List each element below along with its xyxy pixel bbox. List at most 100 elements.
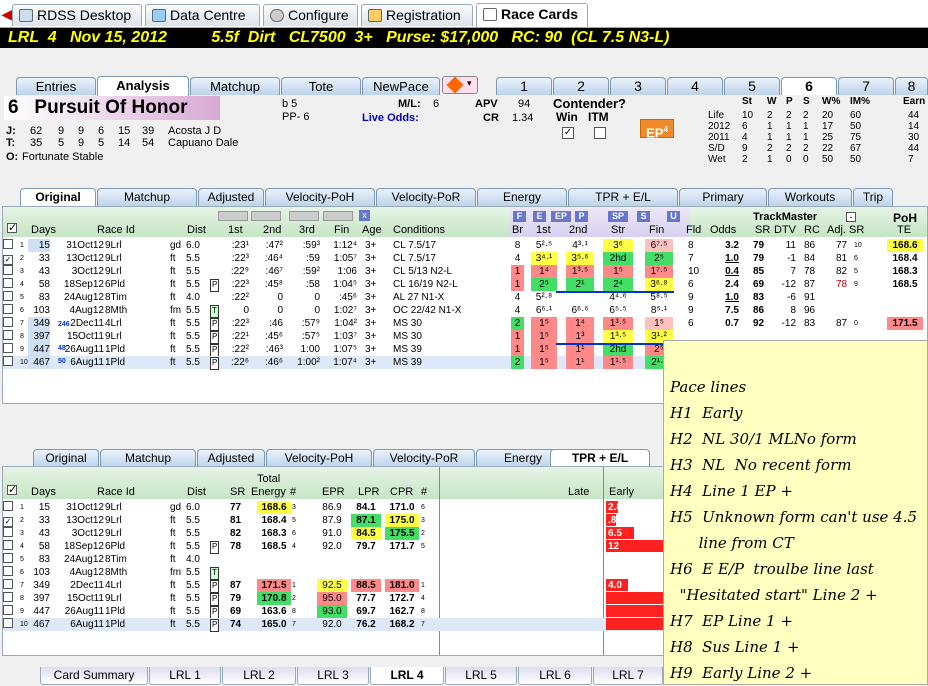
race-track[interactable]: 9Lrl: [105, 265, 122, 278]
pace-filter-s[interactable]: S: [637, 211, 650, 222]
pace-filter-sp[interactable]: SP: [608, 211, 628, 222]
table-row[interactable]: 3 43 3Oct12 9Lrl ft 5.5:22⁹:46⁷:59² 1:06 3+ CL 5…: [3, 265, 927, 278]
pace-filter-f[interactable]: F: [513, 211, 526, 222]
horse-selector-dropdown[interactable]: ▾: [442, 76, 478, 94]
row-checkbox[interactable]: [3, 540, 13, 550]
row-checkbox[interactable]: [3, 501, 13, 511]
itm-checkbox[interactable]: [594, 127, 606, 139]
select-all-checkbox[interactable]: ✓: [7, 223, 17, 234]
tab-registration[interactable]: Registration: [361, 4, 473, 26]
row-checkbox[interactable]: ✓: [3, 255, 13, 265]
days-since[interactable]: 467: [28, 618, 50, 631]
race-tab-card-summary[interactable]: Card Summary: [40, 667, 148, 685]
race-track[interactable]: 1Pld: [105, 343, 125, 356]
race-tab-lrl-7[interactable]: LRL 7: [593, 667, 663, 685]
table-row[interactable]: 4 58 18Sep12 6Pld ft 5.5 P:22³:45⁸:58 1:04⁵ 3+ CL…: [3, 278, 927, 292]
column-toggle-button[interactable]: [289, 211, 319, 221]
tab-tote[interactable]: Tote: [281, 77, 361, 95]
row-checkbox[interactable]: [3, 553, 13, 563]
days-since[interactable]: 15: [28, 501, 50, 514]
jockey-name[interactable]: Acosta J D: [168, 125, 221, 137]
race-track[interactable]: 8Mth: [105, 304, 127, 317]
lower-tab-velocity-por[interactable]: Velocity-PoR: [373, 449, 475, 467]
tab-matchup[interactable]: Matchup: [190, 77, 280, 95]
table-row[interactable]: 7 349 2Dec11 4Lrl ft 5.5 P:22³:46:57⁹ 1:04² 3+ MS…: [3, 317, 927, 331]
lower-tab-matchup[interactable]: Matchup: [100, 449, 196, 467]
pace-filter-u[interactable]: U: [667, 211, 680, 222]
win-checkbox[interactable]: ✓: [562, 127, 574, 139]
lower-tab-tpr-e-l[interactable]: TPR + E/L: [550, 449, 650, 467]
race-track[interactable]: 8Tim: [105, 291, 127, 304]
days-since[interactable]: 447: [28, 343, 50, 356]
days-since[interactable]: 103: [28, 304, 50, 317]
row-checkbox[interactable]: ✓: [3, 517, 13, 527]
row-checkbox[interactable]: [3, 291, 13, 301]
row-checkbox[interactable]: [3, 265, 13, 275]
race-track[interactable]: 9Lrl: [105, 527, 122, 540]
horse-tab-4[interactable]: 4: [667, 77, 723, 95]
row-checkbox[interactable]: [3, 278, 13, 288]
race-track[interactable]: 6Pld: [105, 540, 125, 553]
pace-filter-p[interactable]: P: [575, 211, 588, 222]
days-since[interactable]: 349: [28, 317, 50, 330]
table-row[interactable]: 5 83 24Aug12 8Tim ft 4.0:22² 0 0:45⁶ 3+ AL 27 N1-…: [3, 291, 927, 304]
race-track[interactable]: 9Lrl: [105, 330, 122, 343]
table-row[interactable]: ✓ 2 33 13Oct12 9Lrl ft 5.5:22³:46⁴:59 1:05⁷ 3+ CL…: [3, 252, 927, 265]
row-checkbox[interactable]: [3, 317, 13, 327]
tab-workouts[interactable]: Workouts: [768, 188, 852, 206]
horse-tab-1[interactable]: 1: [496, 77, 552, 95]
days-since[interactable]: 58: [28, 278, 50, 291]
tab-velocity-poh[interactable]: Velocity-PoH: [265, 188, 375, 206]
race-track[interactable]: 9Lrl: [105, 252, 122, 265]
race-track[interactable]: 1Pld: [105, 356, 125, 369]
race-tab-lrl-6[interactable]: LRL 6: [518, 667, 592, 685]
horse-tab-3[interactable]: 3: [610, 77, 666, 95]
tab-configure[interactable]: Configure: [263, 4, 358, 26]
tab-data-centre[interactable]: Data Centre: [145, 4, 260, 26]
pace-filter-e[interactable]: E: [533, 211, 546, 222]
tab-newpace[interactable]: NewPace: [362, 77, 440, 95]
row-checkbox[interactable]: [3, 356, 13, 366]
race-track[interactable]: 9Lrl: [105, 592, 122, 605]
close-columns-button[interactable]: x: [359, 210, 370, 221]
pace-filter-ep[interactable]: EP: [551, 211, 571, 222]
race-track[interactable]: 1Pld: [105, 605, 125, 618]
days-since[interactable]: 43: [28, 527, 50, 540]
select-all-checkbox[interactable]: ✓: [7, 485, 17, 496]
tab-trip[interactable]: Trip: [853, 188, 893, 206]
race-tab-lrl-1[interactable]: LRL 1: [149, 667, 221, 685]
tab-analysis[interactable]: Analysis: [97, 76, 189, 96]
lower-tab-original[interactable]: Original: [33, 449, 99, 467]
row-checkbox[interactable]: [3, 330, 13, 340]
race-track[interactable]: 8Mth: [105, 566, 127, 579]
row-checkbox[interactable]: [3, 592, 13, 602]
tab-rdss-desktop[interactable]: RDSS Desktop: [12, 4, 142, 26]
days-since[interactable]: 43: [28, 265, 50, 278]
row-checkbox[interactable]: [3, 343, 13, 353]
tab-original[interactable]: Original: [20, 188, 96, 206]
race-track[interactable]: 9Lrl: [105, 514, 122, 527]
row-checkbox[interactable]: [3, 304, 13, 314]
tab-race-cards[interactable]: Race Cards: [476, 3, 588, 27]
column-toggle-button[interactable]: [218, 211, 248, 221]
tab-velocity-por[interactable]: Velocity-PoR: [376, 188, 476, 206]
trainer-name[interactable]: Capuano Dale: [168, 137, 238, 149]
race-tab-lrl-4[interactable]: LRL 4: [370, 667, 444, 685]
table-row[interactable]: 1 15 31Oct12 9Lrl gd 6.0:23¹:47²:59³ 1:12⁴ 3+ CL…: [3, 239, 927, 252]
race-track[interactable]: 4Lrl: [105, 317, 122, 330]
days-since[interactable]: 467: [28, 356, 50, 369]
column-toggle-button[interactable]: [323, 211, 353, 221]
days-since[interactable]: 349: [28, 579, 50, 592]
horse-tab-7[interactable]: 7: [838, 77, 894, 95]
row-checkbox[interactable]: [3, 618, 13, 628]
race-track[interactable]: 4Lrl: [105, 579, 122, 592]
days-since[interactable]: 447: [28, 605, 50, 618]
race-tab-lrl-5[interactable]: LRL 5: [445, 667, 517, 685]
days-since[interactable]: 83: [28, 553, 50, 566]
tab-matchup[interactable]: Matchup: [97, 188, 197, 206]
tab-tpr-e-l[interactable]: TPR + E/L: [568, 188, 678, 206]
collapse-button[interactable]: -: [846, 212, 856, 222]
days-since[interactable]: 397: [28, 592, 50, 605]
race-track[interactable]: 9Lrl: [105, 501, 122, 514]
row-checkbox[interactable]: [3, 579, 13, 589]
